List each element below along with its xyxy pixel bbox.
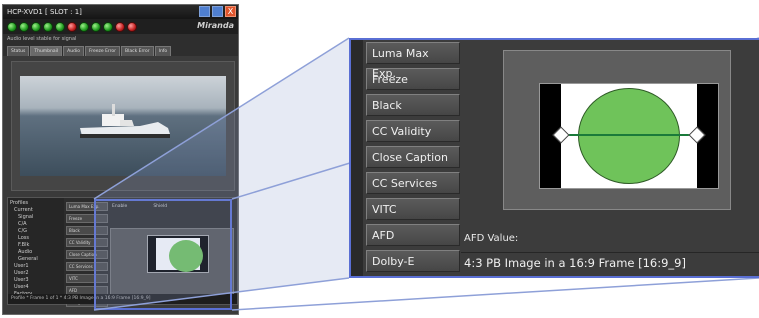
dolby-e-button[interactable]: Dolby-E [366,250,460,272]
zoom-left-strip [351,40,363,276]
button-column: Luma Max Exp. Freeze Black CC Validity C… [363,40,461,276]
cc-validity-button[interactable]: CC Validity [366,120,460,142]
divider [461,252,759,253]
black-button[interactable]: Black [366,94,460,116]
zoomed-afd-panel: Luma Max Exp. Freeze Black CC Validity C… [349,38,759,278]
close-caption-button[interactable]: Close Caption [366,146,460,168]
luma-max-exp-button[interactable]: Luma Max Exp. [366,42,460,80]
afd-test-circle [578,88,680,184]
cc-services-button[interactable]: CC Services [366,172,460,194]
afd-preview-panel [503,50,731,210]
afd-value-text: 4:3 PB Image in a 16:9 Frame [16:9_9] [464,256,686,270]
left-marker-icon [552,126,570,144]
afd-center-line [561,134,697,136]
freeze-button[interactable]: Freeze [366,68,460,90]
afd-active-image [552,84,706,188]
afd-frame [539,83,719,189]
right-marker-icon [688,126,706,144]
vitc-button[interactable]: VITC [366,198,460,220]
afd-value-label: AFD Value: [464,233,519,244]
afd-button[interactable]: AFD [366,224,460,246]
